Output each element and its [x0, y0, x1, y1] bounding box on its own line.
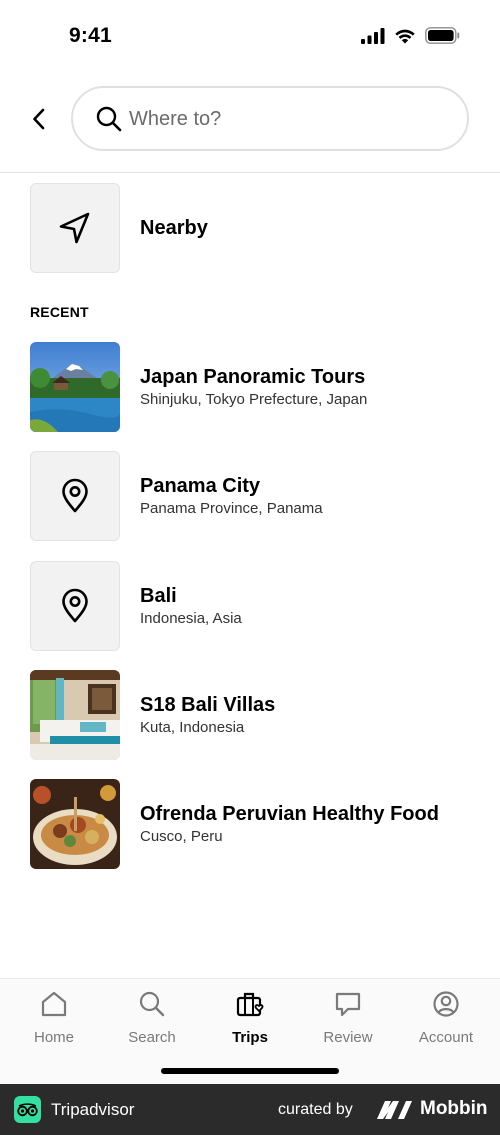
recent-item-title: Japan Panoramic Tours: [140, 365, 366, 388]
tab-review[interactable]: Review: [308, 989, 388, 1049]
tab-account[interactable]: Account: [406, 989, 486, 1049]
location-pin-icon: [62, 478, 88, 513]
recent-heading: RECENT: [30, 304, 89, 320]
back-button[interactable]: [24, 103, 54, 135]
status-bar: 9:41: [0, 0, 500, 70]
tripadvisor-logo: [14, 1096, 41, 1123]
recent-item-subtitle: Kuta, Indonesia: [140, 718, 245, 736]
recent-item-bali[interactable]: Bali Indonesia, Asia: [30, 561, 470, 651]
account-icon: [433, 991, 459, 1017]
home-indicator: [161, 1068, 339, 1074]
recent-item-panama-city[interactable]: Panama City Panama Province, Panama: [30, 451, 470, 541]
header-divider: [0, 172, 500, 173]
trips-icon: [236, 992, 264, 1017]
search-input[interactable]: [129, 102, 449, 136]
tab-bar: Home Search Trips Review Account: [0, 978, 500, 1084]
thumbnail-image: [30, 779, 120, 869]
tab-label: Home: [33, 1029, 74, 1046]
tab-label: Review: [323, 1029, 373, 1046]
nearby-row[interactable]: Nearby: [30, 183, 470, 273]
tab-label: Search: [128, 1029, 176, 1046]
search-icon: [96, 106, 122, 132]
review-icon: [335, 992, 361, 1017]
tab-home[interactable]: Home: [14, 989, 94, 1049]
recent-item-title: Panama City: [140, 474, 261, 497]
photo-mountain-lake: [30, 342, 120, 432]
curated-by-label: curated by: [278, 1101, 353, 1118]
battery-icon: [425, 27, 460, 44]
recent-item-subtitle: Panama Province, Panama: [140, 499, 323, 517]
nearby-label: Nearby: [140, 217, 208, 239]
recent-item-title: Bali: [140, 584, 177, 607]
search-box[interactable]: [71, 86, 469, 151]
tab-search[interactable]: Search: [112, 989, 192, 1049]
recent-item-subtitle: Cusco, Peru: [140, 827, 223, 845]
photo-food-platter: [30, 779, 120, 869]
photo-hotel-room: [30, 670, 120, 760]
brand-name: Tripadvisor: [51, 1100, 135, 1119]
recent-item-japan-panoramic-tours[interactable]: Japan Panoramic Tours Shinjuku, Tokyo Pr…: [30, 342, 470, 432]
recent-item-s18-bali-villas[interactable]: S18 Bali Villas Kuta, Indonesia: [30, 670, 470, 760]
chevron-left-icon: [33, 108, 45, 130]
owl-icon: [17, 1102, 38, 1116]
search-row: [0, 86, 500, 152]
tab-label: Account: [418, 1029, 474, 1046]
navigation-arrow-icon: [59, 212, 90, 244]
recent-item-subtitle: Shinjuku, Tokyo Prefecture, Japan: [140, 390, 368, 408]
mobbin-logo-icon: [377, 1101, 412, 1119]
tab-trips[interactable]: Trips: [210, 989, 290, 1049]
home-icon: [41, 991, 67, 1017]
wifi-icon: [395, 29, 415, 43]
status-icons: [361, 27, 460, 44]
search-icon: [139, 991, 165, 1017]
footer-bar: Tripadvisor curated by Mobbin: [0, 1084, 500, 1135]
recent-item-title: S18 Bali Villas: [140, 693, 276, 716]
tab-label: Trips: [232, 1029, 268, 1046]
recent-item-ofrenda-peruvian-healthy-food[interactable]: Ofrenda Peruvian Healthy Food Cusco, Per…: [30, 779, 470, 869]
nearby-tile: [30, 183, 120, 273]
location-tile: [30, 451, 120, 541]
thumbnail-image: [30, 342, 120, 432]
thumbnail-image: [30, 670, 120, 760]
recent-item-title: Ofrenda Peruvian Healthy Food: [140, 802, 439, 825]
status-time: 9:41: [69, 24, 112, 47]
signal-icon: [361, 27, 385, 44]
curator-name: Mobbin: [420, 1098, 488, 1119]
recent-item-subtitle: Indonesia, Asia: [140, 609, 242, 627]
location-tile: [30, 561, 120, 651]
location-pin-icon: [62, 588, 88, 623]
